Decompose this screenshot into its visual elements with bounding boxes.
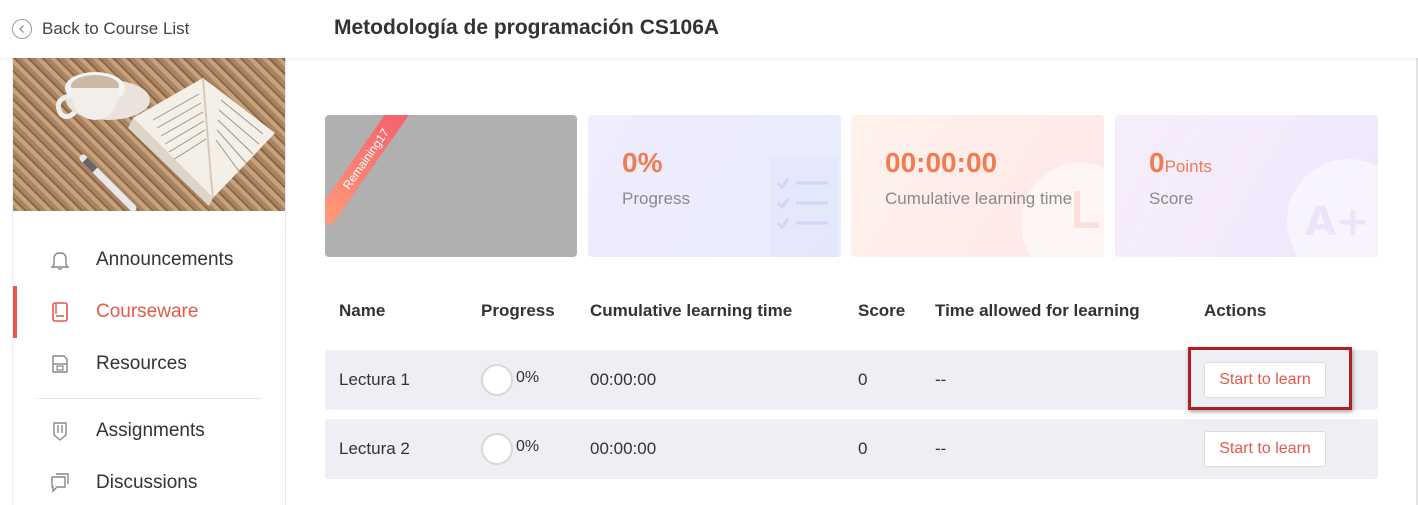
bell-icon xyxy=(49,249,71,271)
chevron-left-circle-icon xyxy=(12,19,32,39)
left-gutter xyxy=(0,58,13,505)
sidebar-item-label: Discussions xyxy=(96,472,198,493)
table-row: Lectura 2 0% 00:00:00 0 -- Start to lear… xyxy=(325,419,1378,479)
sidebar-item-label: Resources xyxy=(96,353,187,374)
sidebar-item-discussions[interactable]: Discussions xyxy=(13,463,285,503)
progress-stat-card: 0% Progress xyxy=(588,115,841,257)
row-score: 0 xyxy=(858,370,868,389)
a-plus-grade-icon: A+ xyxy=(1287,159,1378,257)
learning-time-value: 00:00:00 xyxy=(885,147,998,178)
app-window: Back to Course List Metodología de progr… xyxy=(0,0,1418,505)
column-header-name: Name xyxy=(339,301,386,320)
sidebar-item-resources[interactable]: Resources xyxy=(13,344,285,384)
svg-text:A+: A+ xyxy=(1305,199,1369,245)
row-score: 0 xyxy=(858,439,868,458)
score-stat-card: A+ 0Points Score xyxy=(1115,115,1378,257)
row-time-allowed: -- xyxy=(935,370,947,389)
table-row: Lectura 1 0% 00:00:00 0 -- Start to lear… xyxy=(325,350,1378,410)
sidebar-divider xyxy=(37,398,261,399)
top-bar: Back to Course List Metodología de progr… xyxy=(0,0,1418,58)
video-preview-card[interactable]: Remaining17 xyxy=(325,115,577,257)
courseware-table-header: Name Progress Cumulative learning time S… xyxy=(325,296,1378,326)
progress-value: 0% xyxy=(622,147,663,178)
sidebar-item-label: Assignments xyxy=(96,420,205,441)
row-name: Lectura 1 xyxy=(339,370,410,389)
learning-time-label: Cumulative learning time xyxy=(885,189,1073,208)
column-header-score: Score xyxy=(858,301,906,320)
sidebar-item-announcements[interactable]: Announcements xyxy=(13,240,285,280)
progress-ring xyxy=(481,364,513,396)
row-learning-time: 00:00:00 xyxy=(590,370,657,389)
column-header-progress: Progress xyxy=(481,301,555,320)
course-title: Metodología de programación CS106A xyxy=(334,16,720,39)
row-name: Lectura 2 xyxy=(339,439,410,458)
row-progress: 0% xyxy=(516,369,540,386)
row-progress: 0% xyxy=(516,438,540,455)
pencil-icon xyxy=(49,420,71,442)
score-value-group: 0Points xyxy=(1149,147,1212,179)
start-to-learn-button[interactable]: Start to learn xyxy=(1204,362,1326,398)
sidebar-item-courseware[interactable]: Courseware xyxy=(13,286,285,338)
row-learning-time: 00:00:00 xyxy=(590,439,657,458)
book-icon xyxy=(49,301,71,323)
clock-icon xyxy=(1021,163,1104,257)
back-link-label: Back to Course List xyxy=(42,19,190,38)
sidebar-item-label: Courseware xyxy=(96,301,199,322)
checklist-icon xyxy=(770,157,838,257)
folder-icon xyxy=(49,353,71,375)
sidebar-item-label: Announcements xyxy=(96,249,234,270)
remaining-ribbon: Remaining17 xyxy=(325,115,418,227)
back-to-course-list-link[interactable]: Back to Course List xyxy=(12,17,189,41)
progress-label: Progress xyxy=(622,189,691,208)
column-header-actions: Actions xyxy=(1204,301,1267,320)
row-time-allowed: -- xyxy=(935,439,947,458)
progress-ring xyxy=(481,433,513,465)
column-header-learning-time: Cumulative learning time xyxy=(590,301,793,320)
chat-icon xyxy=(49,472,71,494)
learning-time-stat-card: 00:00:00 Cumulative learning time xyxy=(851,115,1104,257)
start-to-learn-button[interactable]: Start to learn xyxy=(1204,431,1326,467)
score-label: Score xyxy=(1149,189,1194,208)
sidebar: Announcements Courseware Resources Assig… xyxy=(13,58,286,505)
course-cover-image xyxy=(13,58,285,211)
score-unit: Points xyxy=(1164,157,1212,176)
score-value: 0 xyxy=(1149,147,1165,178)
column-header-time-allowed: Time allowed for learning xyxy=(935,301,1140,320)
sidebar-item-assignments[interactable]: Assignments xyxy=(13,411,285,451)
